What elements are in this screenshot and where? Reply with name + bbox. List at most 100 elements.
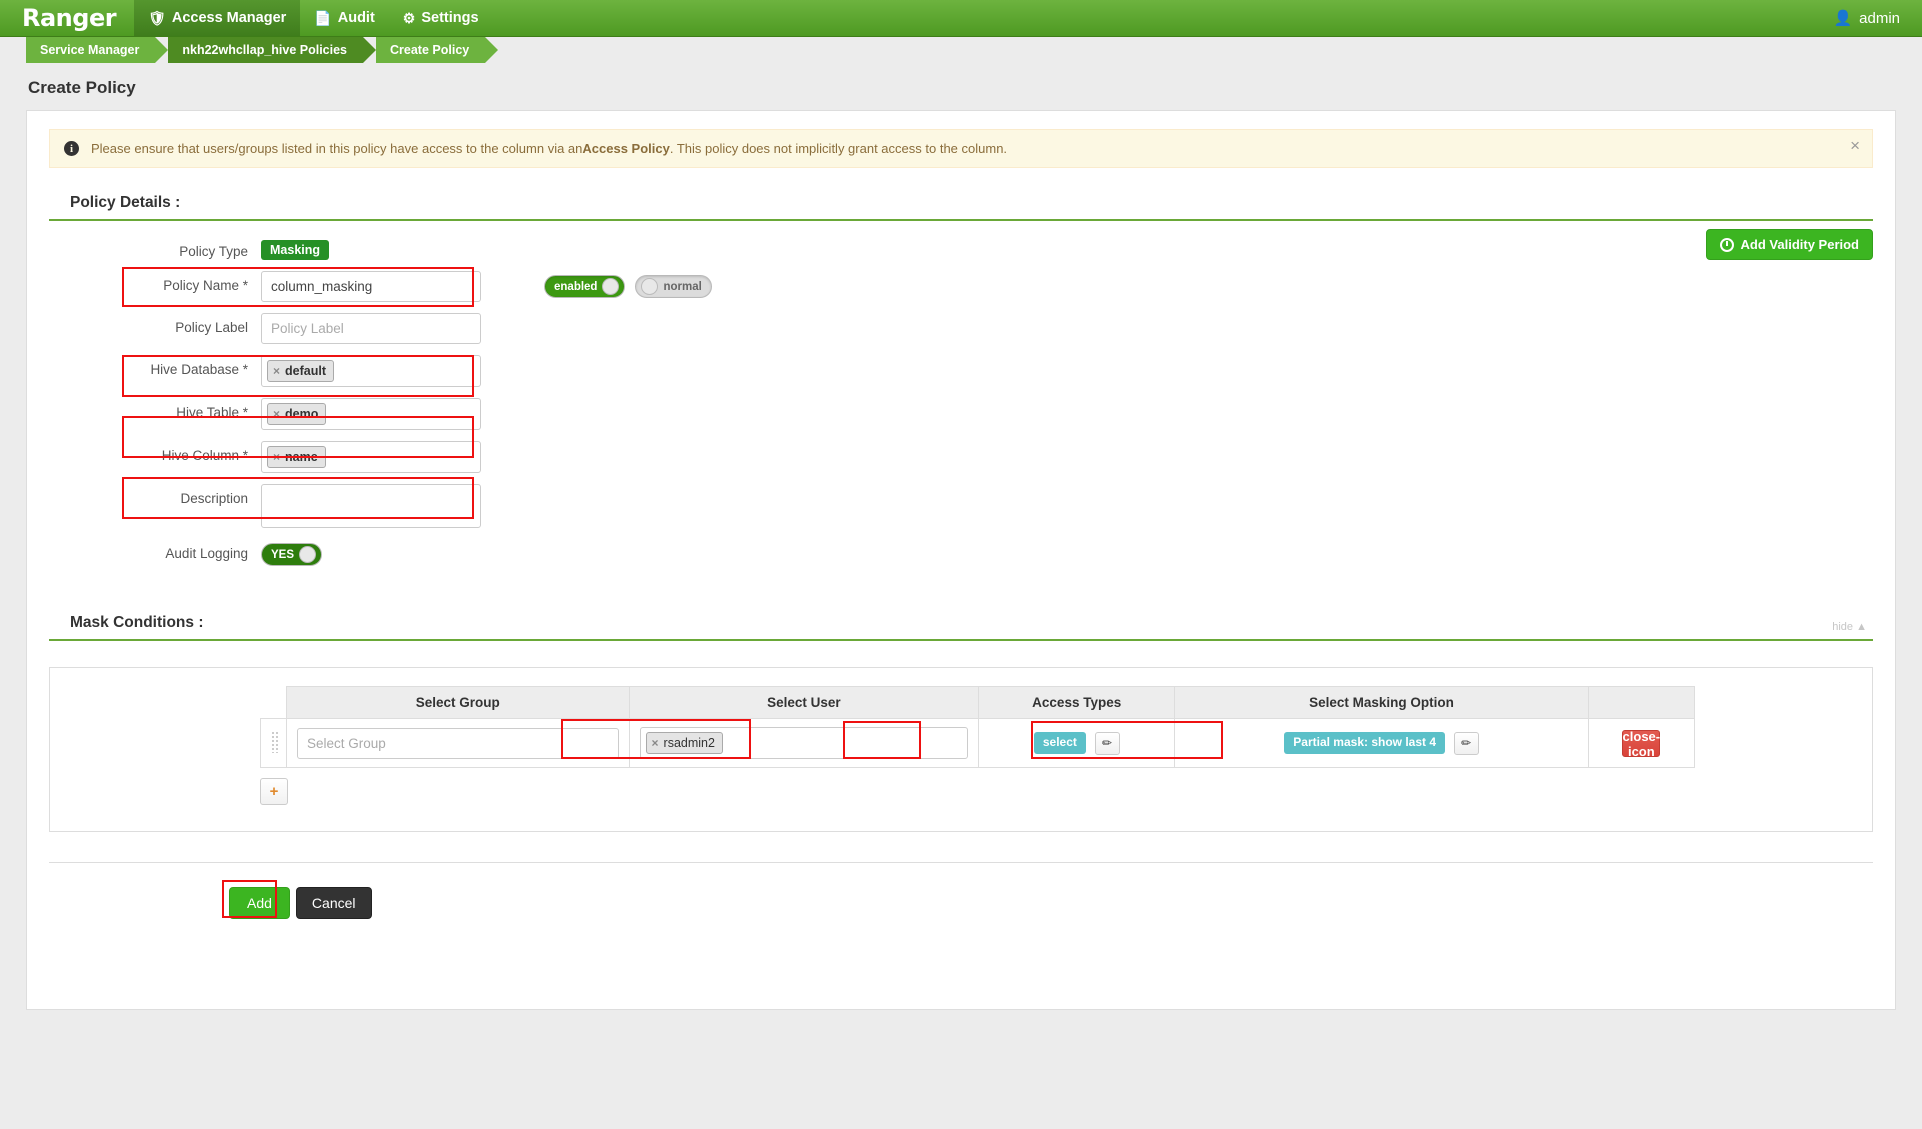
nav-item-access-manager[interactable]: 🛡 Access Manager <box>134 0 301 36</box>
policy-name-label: Policy Name * <box>163 278 248 293</box>
hive-database-token[interactable]: × default <box>267 360 334 382</box>
policy-details-form: Add Validity Period Policy Type Masking … <box>49 221 1873 566</box>
info-icon: i <box>64 141 79 156</box>
chevron-up-icon: ▲ <box>1856 621 1867 633</box>
table-header-select-group: Select Group <box>285 686 630 719</box>
hide-link-label: hide <box>1832 621 1854 633</box>
policy-type-label: Policy Type <box>179 244 248 259</box>
hive-database-token-label: default <box>285 364 326 378</box>
breadcrumb-item-hive-policies[interactable]: nkh22whcllap_hive Policies <box>168 37 376 63</box>
hive-table-token-label: demo <box>285 407 319 421</box>
nav-item-settings-label: Settings <box>421 10 479 26</box>
close-icon[interactable]: × <box>1850 137 1860 154</box>
policy-toggles: enabled normal <box>544 275 712 298</box>
policy-details-heading: Policy Details : <box>49 190 1873 221</box>
shield-icon: 🛡 <box>148 10 166 26</box>
mask-conditions-heading-label: Mask Conditions : <box>70 614 204 631</box>
info-alert-text-after: . This policy does not implicitly grant … <box>669 141 1008 156</box>
cell-select-user: × rsadmin2 <box>628 718 980 768</box>
table-header-masking-option: Select Masking Option <box>1174 686 1589 719</box>
add-button[interactable]: Add <box>229 887 290 919</box>
hide-link[interactable]: hide ▲ <box>1832 621 1867 633</box>
toggle-knob <box>299 546 317 563</box>
select-user-select[interactable]: × rsadmin2 <box>639 727 969 759</box>
delete-row-button[interactable]: close-icon <box>1622 729 1661 759</box>
audit-logging-toggle-label: YES <box>271 548 295 561</box>
form-row-policy-label: Policy Label <box>49 313 1873 344</box>
policy-label-label: Policy Label <box>175 320 248 335</box>
hive-column-label: Hive Column * <box>161 448 248 463</box>
table-header-handle <box>261 687 287 719</box>
hive-table-select[interactable]: × demo <box>261 398 481 430</box>
nav-item-audit-label: Audit <box>337 10 375 26</box>
mask-conditions-table-wrapper: Select Group Select User Access Types Se… <box>49 667 1873 832</box>
select-user-token[interactable]: × rsadmin2 <box>645 732 723 754</box>
description-label: Description <box>180 491 248 506</box>
file-icon: 📄 <box>314 10 332 26</box>
page-title: Create Policy <box>28 78 136 97</box>
form-footer: Add Cancel <box>49 862 1873 943</box>
policy-label-input[interactable] <box>261 313 481 344</box>
remove-icon[interactable]: × <box>273 363 280 379</box>
cancel-button[interactable]: Cancel <box>295 887 372 919</box>
add-row-button[interactable]: + <box>260 778 288 805</box>
top-navigation-bar: Ranger 🛡 Access Manager 📄 Audit ⚙ Settin… <box>0 0 1922 37</box>
info-alert-text-before: Please ensure that users/groups listed i… <box>91 141 583 156</box>
form-row-audit-logging: Audit Logging YES <box>49 539 1873 566</box>
table-row: × rsadmin2 select ✏ Partial mask: show l… <box>260 718 1696 768</box>
description-textarea[interactable] <box>261 484 481 528</box>
form-row-policy-type: Policy Type Masking <box>49 237 1873 260</box>
select-user-token-label: rsadmin2 <box>663 736 715 750</box>
gear-icon: ⚙ <box>402 10 416 26</box>
form-row-policy-name: Policy Name * <box>49 271 1873 302</box>
policy-name-input[interactable] <box>261 271 481 302</box>
policy-status-toggle-label: enabled <box>554 280 598 293</box>
form-row-hive-database: Hive Database * × default <box>49 355 1873 387</box>
policy-priority-toggle[interactable]: normal <box>635 275 712 298</box>
create-policy-panel: i Please ensure that users/groups listed… <box>26 110 1896 1010</box>
masking-option-chip[interactable]: Partial mask: show last 4 <box>1284 732 1446 754</box>
toggle-knob <box>602 278 620 295</box>
user-menu[interactable]: 👤 admin <box>1823 0 1922 36</box>
remove-icon[interactable]: × <box>273 406 280 422</box>
table-header-actions <box>1587 686 1696 719</box>
remove-icon[interactable]: × <box>652 735 659 751</box>
info-alert: i Please ensure that users/groups listed… <box>49 129 1873 168</box>
remove-icon[interactable]: × <box>273 449 280 465</box>
breadcrumb-item-create-policy[interactable]: Create Policy <box>376 37 499 63</box>
hive-table-token[interactable]: × demo <box>267 403 327 425</box>
pencil-icon[interactable]: ✏ <box>1094 731 1120 755</box>
hive-column-token-label: name <box>285 450 318 464</box>
nav-item-settings[interactable]: ⚙ Settings <box>389 0 493 36</box>
nav-item-access-manager-label: Access Manager <box>171 10 287 26</box>
form-row-description: Description <box>49 484 1873 528</box>
access-type-chip[interactable]: select <box>1033 732 1086 754</box>
audit-logging-label: Audit Logging <box>165 546 248 561</box>
drag-handle-icon[interactable] <box>271 730 279 753</box>
table-header-select-user: Select User <box>628 686 980 719</box>
row-drag-handle[interactable] <box>260 718 287 768</box>
toggle-knob <box>641 278 659 295</box>
hive-column-select[interactable]: × name <box>261 441 481 473</box>
breadcrumb: Service Manager nkh22whcllap_hive Polici… <box>0 37 1922 63</box>
policy-status-toggle[interactable]: enabled <box>544 275 626 298</box>
table-header-access-types: Access Types <box>978 686 1176 719</box>
audit-logging-toggle[interactable]: YES <box>261 543 323 566</box>
app-logo[interactable]: Ranger <box>0 0 134 36</box>
hive-database-label: Hive Database * <box>150 362 248 377</box>
hive-database-select[interactable]: × default <box>261 355 481 387</box>
cell-actions: close-icon <box>1587 718 1696 768</box>
form-row-hive-table: Hive Table * × demo <box>49 398 1873 430</box>
cell-access-types: select ✏ <box>978 718 1176 768</box>
policy-priority-toggle-label: normal <box>663 280 702 293</box>
form-row-hive-column: Hive Column * × name <box>49 441 1873 473</box>
mask-conditions-table: Select Group Select User Access Types Se… <box>260 686 1696 768</box>
breadcrumb-item-service-manager[interactable]: Service Manager <box>26 37 169 63</box>
pencil-icon[interactable]: ✏ <box>1453 731 1479 755</box>
select-group-input[interactable] <box>296 727 619 759</box>
policy-type-badge: Masking <box>261 240 330 260</box>
nav-item-audit[interactable]: 📄 Audit <box>300 0 388 36</box>
user-menu-label: admin <box>1859 9 1900 27</box>
hive-column-token[interactable]: × name <box>267 446 326 468</box>
